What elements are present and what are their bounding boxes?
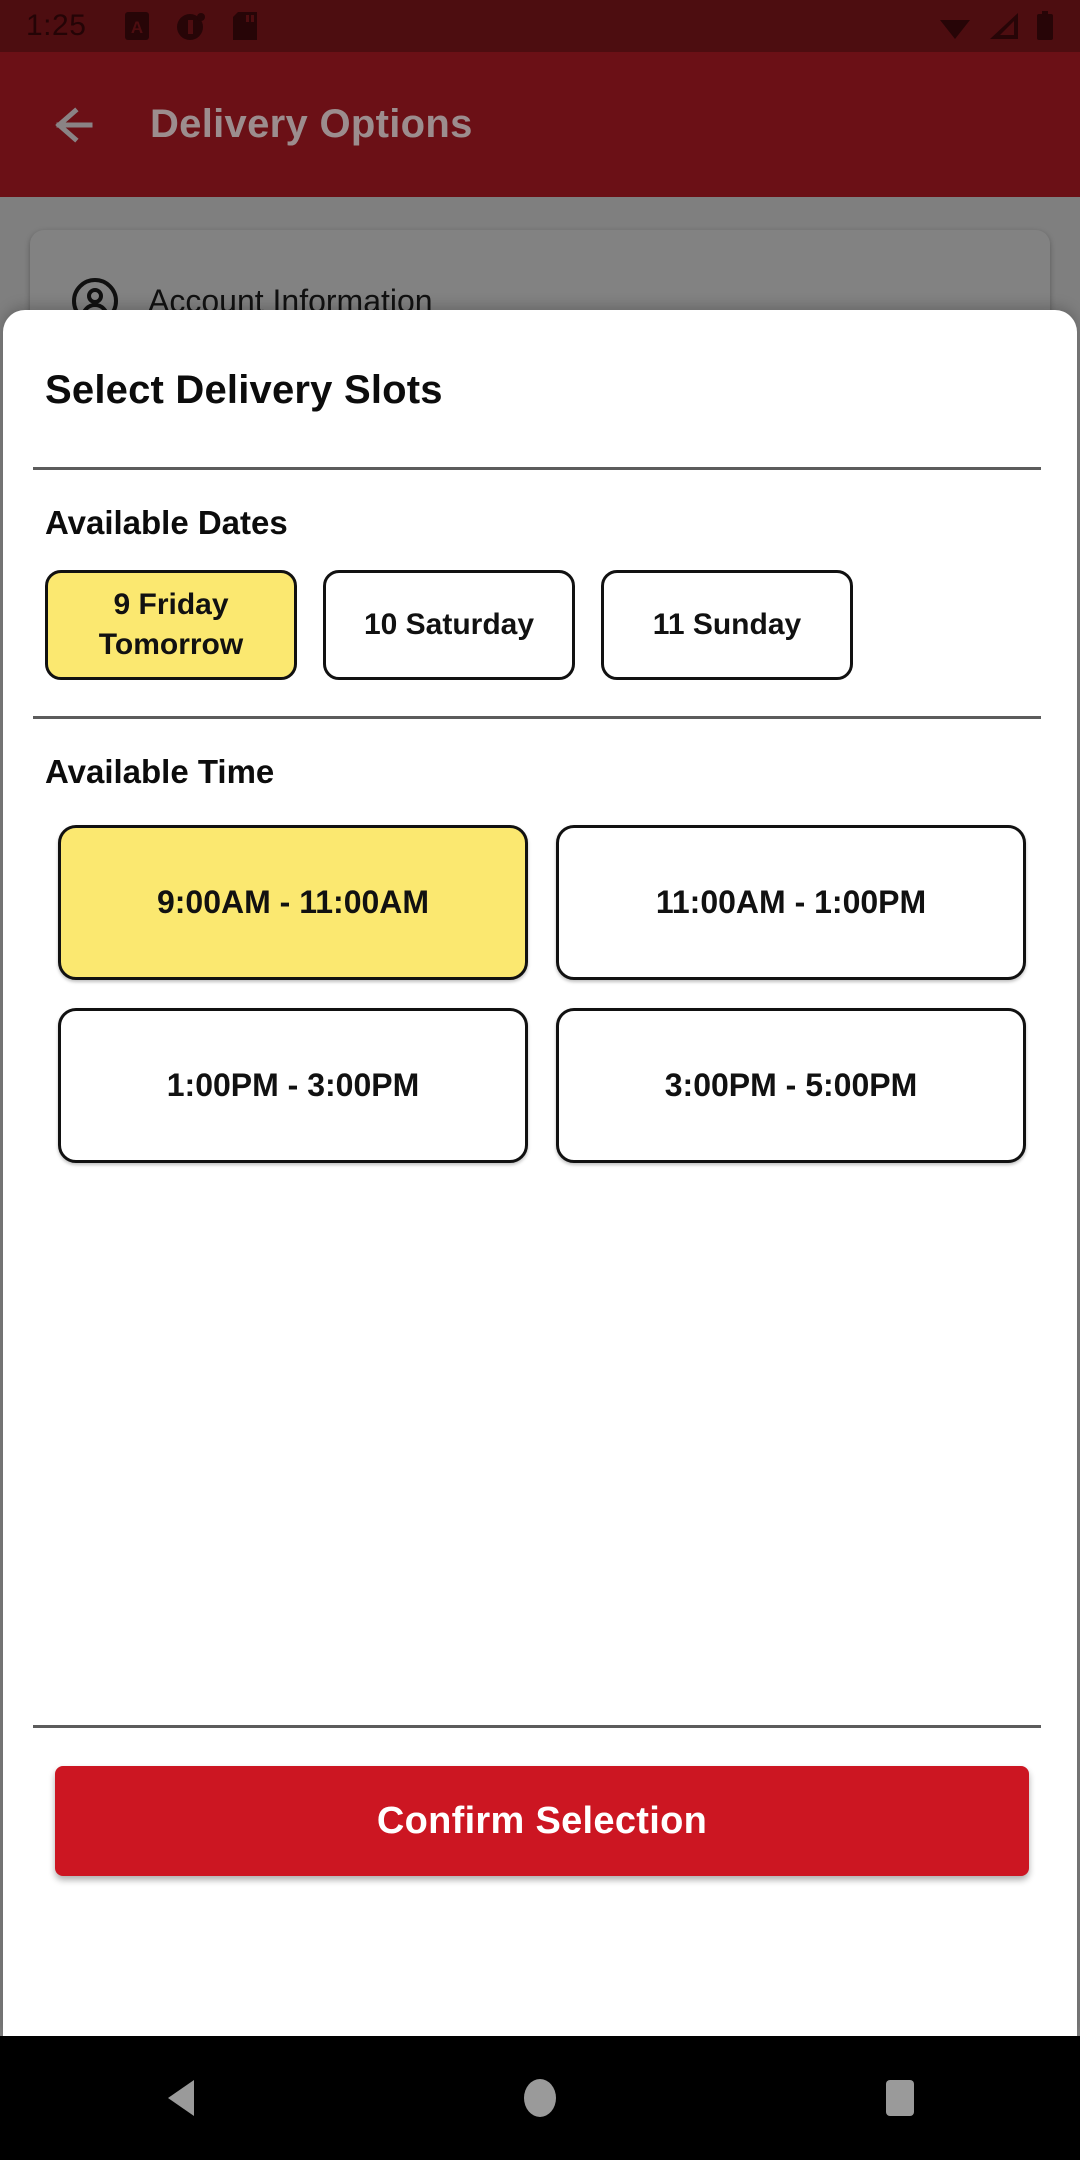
nav-recents-button[interactable] [840, 2036, 960, 2160]
sd-card-icon [233, 12, 258, 40]
date-chip-line1: 10 Saturday [363, 608, 535, 641]
nav-back-button[interactable] [120, 2036, 240, 2160]
page-title: Delivery Options [150, 102, 473, 146]
android-nav-bar [0, 2036, 1080, 2160]
available-time-heading: Available Time [45, 753, 275, 790]
date-chip-saturday[interactable]: 10 Saturday [323, 570, 575, 680]
cellular-signal-icon [990, 13, 1018, 39]
svg-text:A: A [131, 18, 143, 37]
recents-square-icon [886, 2080, 914, 2116]
time-slot-card[interactable]: 3:00PM - 5:00PM [556, 1008, 1026, 1163]
date-chip-line1: 11 Sunday [652, 608, 802, 641]
date-chip-line2: Tomorrow [98, 628, 244, 661]
home-circle-icon [524, 2079, 556, 2117]
date-chip-sunday[interactable]: 11 Sunday [601, 570, 853, 680]
status-bar-clock: 1:25 [26, 9, 87, 42]
back-arrow-icon [55, 106, 93, 143]
time-slot-card[interactable]: 11:00AM - 1:00PM [556, 825, 1026, 980]
confirm-button-wrapper: Confirm Selection [3, 1728, 1077, 1876]
phone-screen: 1:25 A Delivery Options Account Informat… [0, 0, 1080, 2160]
a-badge-icon: A [125, 12, 150, 40]
back-triangle-icon [168, 2080, 194, 2116]
back-button[interactable] [42, 96, 100, 154]
status-bar-system-icons [938, 11, 1054, 41]
sheet-spacer [3, 1163, 1077, 1725]
wifi-icon [940, 20, 970, 39]
available-dates-row: 9 Friday Tomorrow 10 Saturday 11 Sunday [3, 542, 1077, 680]
status-bar: 1:25 A [0, 0, 1080, 52]
date-chip-line1: 9 Friday [113, 588, 229, 621]
time-slot-card[interactable]: 9:00AM - 11:00AM [58, 825, 528, 980]
time-slot-card[interactable]: 1:00PM - 3:00PM [58, 1008, 528, 1163]
app-bar: Delivery Options [0, 52, 1080, 197]
circle-pin-icon [177, 13, 206, 40]
available-time-grid: 9:00AM - 11:00AM 11:00AM - 1:00PM 1:00PM… [3, 791, 1077, 1163]
sheet-bottom-padding [3, 1876, 1077, 2036]
confirm-selection-button[interactable]: Confirm Selection [55, 1766, 1029, 1876]
available-dates-heading: Available Dates [45, 504, 288, 541]
delivery-slots-sheet: Select Delivery Slots Available Dates 9 … [3, 310, 1077, 2036]
nav-home-button[interactable] [480, 2036, 600, 2160]
battery-icon [1037, 11, 1053, 40]
date-chip-friday[interactable]: 9 Friday Tomorrow [45, 570, 297, 680]
status-bar-notification-icons: A [124, 11, 258, 41]
sheet-title: Select Delivery Slots [45, 368, 443, 412]
